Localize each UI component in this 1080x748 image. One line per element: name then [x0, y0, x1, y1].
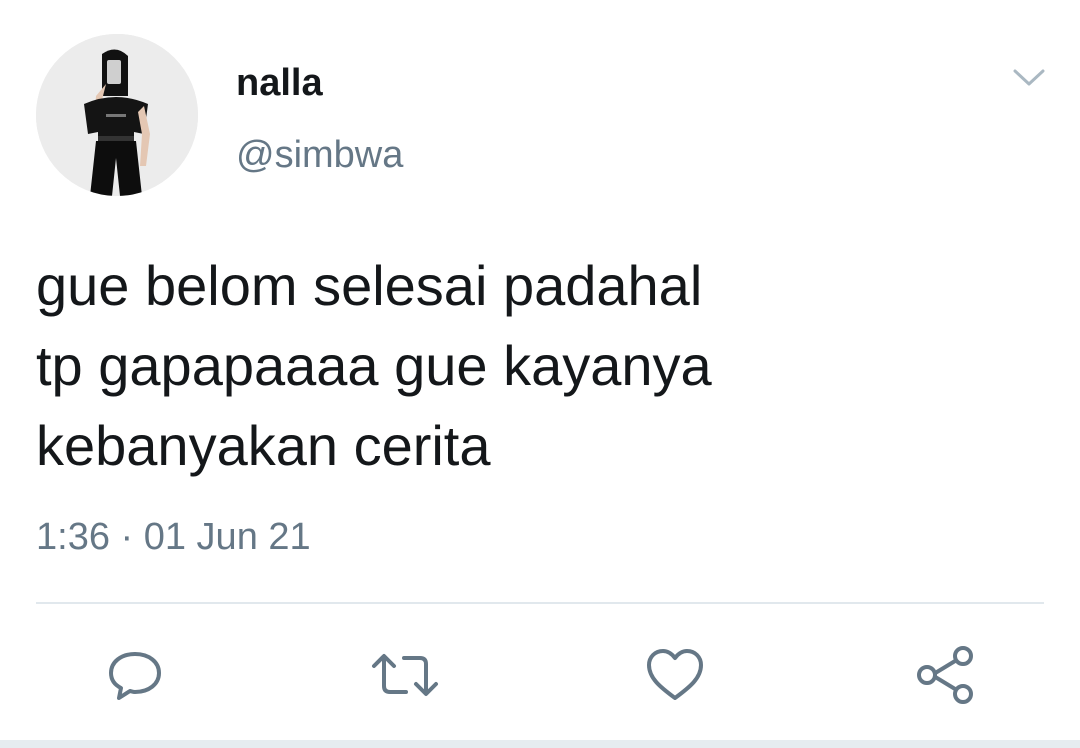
divider [36, 602, 1044, 604]
avatar-photo [36, 34, 198, 196]
author-display-name[interactable]: nalla [236, 60, 323, 106]
retweet-button[interactable] [370, 640, 440, 710]
tweet-text-line: gue belom selesai padahal [36, 254, 703, 317]
reply-button[interactable] [100, 640, 170, 710]
avatar[interactable] [36, 34, 198, 196]
share-icon [917, 646, 973, 704]
like-button[interactable] [640, 640, 710, 710]
bottom-divider [0, 740, 1080, 748]
tweet-text: gue belom selesai padahal tp gapapaaaa g… [36, 246, 1036, 486]
heart-icon [647, 649, 703, 700]
share-button[interactable] [910, 640, 980, 710]
tweet-actions [0, 628, 1080, 718]
retweet-icon [372, 654, 438, 696]
tweet-timestamp[interactable]: 1:36 · 01 Jun 21 [36, 512, 311, 562]
reply-icon [109, 652, 161, 700]
tweet-menu-button[interactable] [1008, 62, 1050, 94]
tweet-text-line: kebanyakan cerita [36, 414, 491, 477]
tweet-card: nalla @simbwa gue belom selesai padahal … [0, 0, 1080, 748]
author-handle[interactable]: @simbwa [236, 132, 403, 178]
chevron-down-icon [1013, 69, 1045, 86]
tweet-text-line: tp gapapaaaa gue kayanya [36, 334, 712, 397]
